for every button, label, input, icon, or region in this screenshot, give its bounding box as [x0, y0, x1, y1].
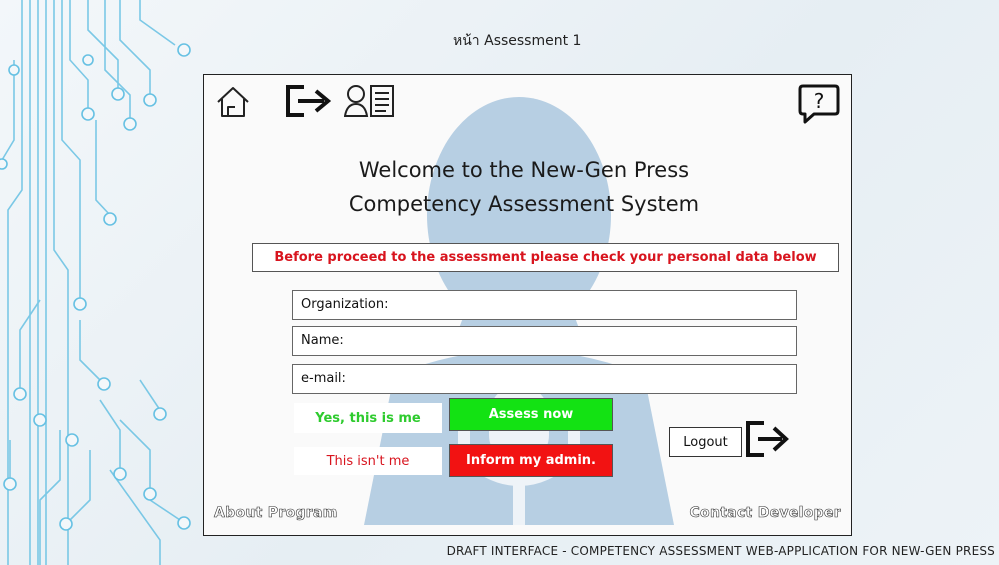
assess-now-button[interactable]: Assess now	[449, 398, 613, 431]
organization-field[interactable]: Organization:	[292, 290, 797, 320]
not-me-button[interactable]: This isn't me	[294, 447, 442, 475]
footer-caption: DRAFT INTERFACE - COMPETENCY ASSESSMENT …	[446, 544, 995, 558]
help-chat-icon[interactable]: ?	[798, 83, 840, 125]
welcome-title-line1: Welcome to the New-Gen Press	[358, 158, 690, 182]
logout-button[interactable]: Logout	[669, 427, 742, 457]
data-check-notice: Before proceed to the assessment please …	[252, 243, 839, 272]
svg-text:?: ?	[814, 89, 825, 113]
inform-admin-button[interactable]: Inform my admin.	[449, 444, 613, 477]
confirm-identity-button[interactable]: Yes, this is me	[294, 403, 442, 433]
email-field[interactable]: e-mail:	[292, 364, 797, 394]
page-label: หน้า Assessment 1	[453, 33, 582, 49]
user-profile-icon[interactable]	[344, 83, 398, 119]
exit-arrow-icon[interactable]	[284, 83, 342, 119]
home-icon[interactable]	[216, 85, 250, 119]
about-program-link[interactable]: About Program	[214, 505, 338, 522]
circuit-decoration	[0, 0, 191, 565]
logout-arrow-icon[interactable]	[744, 419, 796, 459]
app-window: ? Welcome to the New-Gen Press Competenc…	[203, 74, 852, 536]
welcome-title-line2: Competency Assessment System	[348, 192, 700, 216]
contact-developer-link[interactable]: Contact Developer	[689, 505, 841, 522]
name-field[interactable]: Name:	[292, 326, 797, 356]
